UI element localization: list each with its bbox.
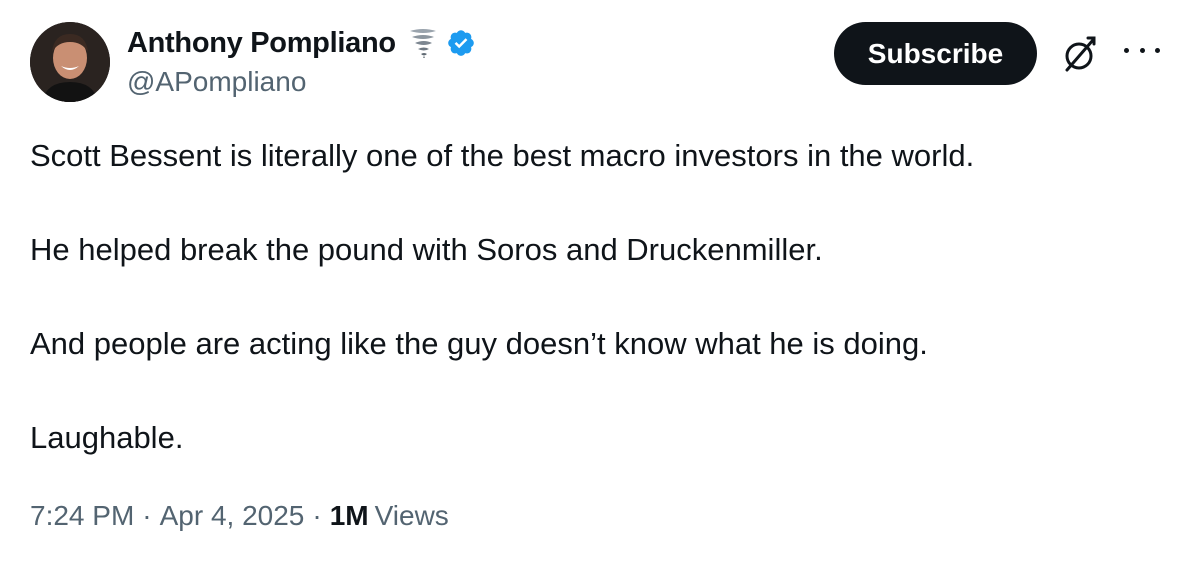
avatar[interactable] (30, 22, 110, 102)
meta-separator: · (312, 500, 322, 531)
tweet-date[interactable]: Apr 4, 2025 (160, 500, 305, 532)
more-options-icon[interactable] (1124, 38, 1160, 62)
tornado-emoji-icon (406, 26, 440, 60)
views-count: 1M (329, 500, 369, 531)
grok-icon[interactable] (1058, 34, 1100, 76)
tweet-paragraph: Scott Bessent is literally one of the be… (30, 138, 975, 173)
tweet-paragraph: And people are acting like the guy doesn… (30, 326, 928, 361)
tweet-time[interactable]: 7:24 PM (30, 500, 134, 532)
subscribe-button[interactable]: Subscribe (834, 22, 1037, 85)
avatar-photo (30, 22, 110, 102)
user-handle[interactable]: @APompliano (127, 66, 476, 98)
tweet-text: Scott Bessent is literally one of the be… (30, 132, 1160, 508)
author-block: Anthony Pompliano @APompliano (127, 24, 476, 98)
meta-separator: · (142, 500, 152, 531)
views-label[interactable]: Views (375, 500, 449, 532)
tweet-paragraph: Laughable. (30, 420, 184, 455)
display-name[interactable]: Anthony Pompliano (127, 27, 396, 60)
verified-badge-icon[interactable] (446, 28, 476, 58)
tweet-card: Anthony Pompliano @APompliano Subscribe … (0, 0, 1190, 566)
tweet-meta: 7:24 PM · Apr 4, 2025 · 1M Views (30, 500, 449, 532)
tweet-paragraph: He helped break the pound with Soros and… (30, 232, 823, 267)
